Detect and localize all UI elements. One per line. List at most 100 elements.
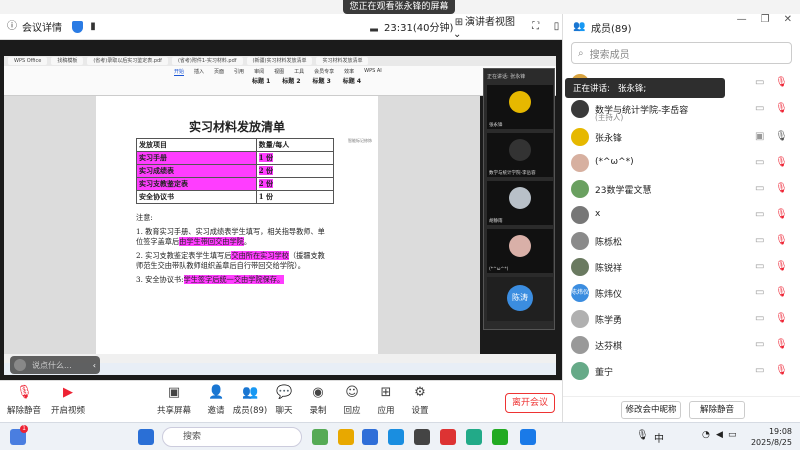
search-label: 搜索 — [183, 432, 202, 442]
app-icon[interactable] — [362, 429, 378, 445]
wps-icon[interactable] — [440, 429, 456, 445]
apps-icon: ⊞ — [380, 385, 392, 400]
members-icon: 👥 — [573, 21, 586, 32]
wps-menu-item: 开始 — [174, 69, 185, 76]
list-item[interactable]: 陈栎松 ▭ 🎙 — [563, 230, 800, 254]
video-tile[interactable]: (*^ω^*) — [487, 229, 553, 273]
wps-tab-bar: WPS Office 找稿模板 (省考)录取以后实习鉴定表.pdf (省考)附件… — [4, 56, 556, 66]
avatar — [509, 235, 531, 257]
mic-muted-icon: 🎙 — [775, 77, 788, 88]
wps-menu-item: 审阅 — [254, 69, 265, 75]
meeting-controls: 🎙 解除静音 ▶ 开启视频 ▣ 共享屏幕 👤 邀请 👥 成员(89) 💬 聊天 … — [0, 380, 562, 422]
wps-tab: WPS Office — [8, 57, 48, 65]
view-toggle-button[interactable]: ⊞ 演讲者视图 ⌄ — [453, 13, 520, 40]
video-tile[interactable]: 张永锋 — [487, 85, 553, 129]
note-text: 。 — [243, 237, 252, 246]
chat-input-toast[interactable]: 说点什么... ‹ — [10, 356, 100, 374]
video-tile[interactable]: 数学与统计学院-李岳容 — [487, 133, 553, 177]
chevron-left-icon[interactable]: ‹ — [93, 361, 96, 370]
avatar: 陈涛 — [507, 285, 533, 311]
folder-icon[interactable] — [338, 429, 354, 445]
camera-off-icon: ▭ — [755, 183, 765, 194]
mic-muted-icon: 🎙 — [775, 261, 788, 272]
fullscreen-icon[interactable]: ⛶ — [530, 21, 541, 33]
camera-off-icon: ▭ — [755, 77, 765, 88]
list-item[interactable]: x ▭ 🎙 — [563, 204, 800, 228]
member-name: 陈栎松 — [595, 238, 623, 248]
video-tile[interactable]: 陈涛 — [487, 277, 553, 321]
qty-value: 2 份 — [258, 166, 274, 175]
list-item[interactable]: 陈锐祥 ▭ 🎙 — [563, 256, 800, 280]
wifi-icon[interactable]: ◔ — [702, 430, 710, 440]
note-2: 2. 实习支教鉴定表学生填写后交由所在实习学校（援疆支教师范生交由带队教师组织盖… — [136, 250, 332, 272]
app-icon[interactable] — [388, 429, 404, 445]
avatar — [571, 100, 589, 118]
camera-off-icon: ▭ — [755, 287, 765, 298]
table-header: 发放项目 — [136, 138, 257, 152]
volume-icon[interactable]: ◀ — [716, 430, 723, 440]
avatar — [571, 258, 589, 276]
avatar — [571, 180, 589, 198]
mic-muted-icon: 🎙 — [775, 103, 788, 114]
note-highlight: 由学生带回交由学院 — [179, 237, 244, 246]
chart-icon[interactable]: ▮ — [87, 21, 99, 33]
camera-off-icon: ▭ — [755, 339, 765, 350]
qty-value: 1 份 — [258, 153, 274, 162]
window-icon[interactable]: ▯ — [551, 21, 562, 33]
list-item[interactable]: 23数学霍文慧 ▭ 🎙 — [563, 178, 800, 202]
edit-nickname-button[interactable]: 修改会中昵称 — [621, 401, 681, 419]
table-cell: 实习手册 — [136, 151, 257, 165]
unmute-button[interactable]: 🎙 解除静音 — [4, 385, 44, 416]
list-item[interactable]: 数学与统计学院-李岳容 (主持人) ▭ 🎙 — [563, 98, 800, 122]
list-item[interactable]: (*^ω^*) ▭ 🎙 — [563, 152, 800, 176]
list-item[interactable]: 达芬棋 ▭ 🎙 — [563, 334, 800, 358]
video-panel[interactable]: 正在讲话: 张永锋 张永锋 数学与统计学院-李岳容 胡静雨 (*^ω^*) 陈涛 — [483, 68, 555, 330]
lang-indicator[interactable]: 中 — [654, 430, 664, 445]
mic-muted-icon: 🎙 — [775, 313, 788, 324]
info-icon[interactable]: ⓘ — [6, 21, 18, 33]
notification-badge: 1 — [20, 425, 28, 433]
clock[interactable]: 19:08 2025/8/25 — [751, 426, 792, 448]
video-tile[interactable]: 胡静雨 — [487, 181, 553, 225]
list-item[interactable]: 陈炜仪 陈炜仪 ▭ 🎙 — [563, 282, 800, 306]
close-icon[interactable]: ✕ — [784, 14, 792, 25]
member-search-input[interactable]: ⌕ 搜索成员 — [571, 42, 792, 64]
avatar — [571, 128, 589, 146]
notes-title: 注意: — [136, 213, 153, 222]
video-label: 开启视频 — [50, 406, 85, 416]
avatar — [571, 336, 589, 354]
chat-label: 聊天 — [275, 406, 293, 416]
style-heading-2: 标题 2 — [282, 78, 301, 85]
meeting-details-button[interactable]: 会议详情 — [22, 19, 62, 34]
wechat-icon[interactable] — [492, 429, 508, 445]
clock-time: 19:08 — [768, 427, 792, 436]
mic-muted-icon: 🎙 — [775, 183, 788, 194]
settings-button[interactable]: ⚙ 设置 — [400, 385, 440, 416]
app-icon[interactable] — [466, 429, 482, 445]
speaking-indicator: 正在讲话: 张永锋; — [565, 78, 725, 98]
leave-meeting-button[interactable]: 离开会议 — [505, 393, 555, 413]
list-item[interactable]: 董宁 ▭ 🎙 — [563, 360, 800, 384]
restore-icon[interactable]: ❐ — [761, 14, 770, 25]
app-icon[interactable] — [414, 429, 430, 445]
speaking-prefix: 正在讲话: — [573, 84, 610, 94]
grid-icon: ⊞ — [454, 17, 464, 28]
list-item[interactable]: 张永锋 ▣ 🎙 — [563, 126, 800, 150]
tencent-meeting-icon[interactable] — [520, 429, 536, 445]
battery-icon[interactable]: ▭ — [728, 430, 737, 440]
start-icon[interactable] — [138, 429, 154, 445]
avatar — [509, 139, 531, 161]
mic-icon[interactable]: 🎙 — [636, 430, 649, 441]
share-screen-button[interactable]: ▣ 共享屏幕 — [154, 385, 194, 416]
chat-placeholder: 说点什么... — [32, 360, 72, 370]
unmute-self-button[interactable]: 解除静音 — [689, 401, 745, 419]
app-icon[interactable] — [312, 429, 328, 445]
minimize-icon[interactable]: — — [737, 14, 747, 25]
share-label: 共享屏幕 — [156, 406, 191, 416]
shield-icon[interactable] — [72, 20, 83, 33]
video-button[interactable]: ▶ 开启视频 — [48, 385, 88, 416]
list-item[interactable]: 陈学勇 ▭ 🎙 — [563, 308, 800, 332]
unmute-label: 解除静音 — [6, 406, 41, 416]
taskbar-search[interactable]: 搜索 — [162, 427, 302, 447]
meeting-topbar: ⓘ 会议详情 ▮ ▂ 23:31(40分钟) ⊞ 演讲者视图 ⌄ ⛶ ▯ — [0, 14, 562, 40]
